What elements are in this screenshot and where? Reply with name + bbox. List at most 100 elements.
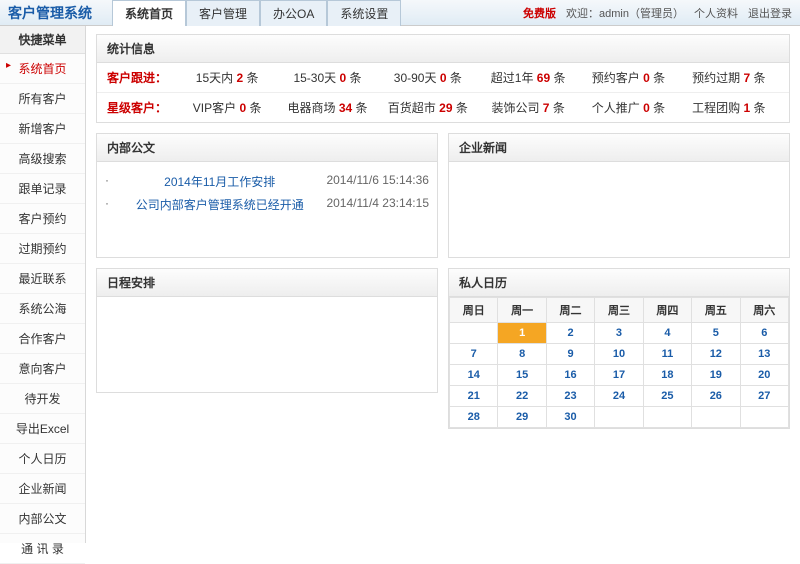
cal-day[interactable]: 21 xyxy=(450,386,498,407)
schedule-title: 日程安排 xyxy=(97,269,437,297)
cal-day[interactable]: 17 xyxy=(595,365,643,386)
cal-header: 周日 xyxy=(450,298,498,323)
sidebar-item[interactable]: 待开发 xyxy=(0,384,85,414)
stats-cell[interactable]: 装饰公司 7 条 xyxy=(478,99,578,116)
sidebar-item[interactable]: 跟单记录 xyxy=(0,174,85,204)
panel-col-right: 企业新闻 私人日历 周日周一周二周三周四周五周六 123456789101112… xyxy=(448,133,790,429)
calendar-panel: 私人日历 周日周一周二周三周四周五周六 12345678910111213141… xyxy=(448,268,790,429)
cal-day xyxy=(643,407,691,428)
cal-day[interactable]: 16 xyxy=(546,365,594,386)
cal-day[interactable]: 3 xyxy=(595,323,643,344)
sidebar-item[interactable]: 合作客户 xyxy=(0,324,85,354)
cal-day[interactable]: 30 xyxy=(546,407,594,428)
cal-header: 周二 xyxy=(546,298,594,323)
sidebar-item[interactable]: 新增客户 xyxy=(0,114,85,144)
cal-day[interactable]: 29 xyxy=(498,407,546,428)
cal-day[interactable]: 19 xyxy=(692,365,740,386)
sidebar-item[interactable]: 客户预约 xyxy=(0,204,85,234)
news-panel: 企业新闻 xyxy=(448,133,790,258)
stats-cell[interactable]: 个人推广 0 条 xyxy=(578,99,678,116)
sidebar-item[interactable]: 企业新闻 xyxy=(0,474,85,504)
stats-cell[interactable]: 预约过期 7 条 xyxy=(679,69,779,86)
sidebar-item[interactable]: 通 讯 录 xyxy=(0,534,85,564)
doc-item[interactable]: 2014年11月工作安排2014/11/6 15:14:36 xyxy=(105,170,429,193)
cal-day[interactable]: 25 xyxy=(643,386,691,407)
sidebar-item[interactable]: 高级搜索 xyxy=(0,144,85,174)
profile-link[interactable]: 个人资料 xyxy=(694,5,738,21)
cal-day[interactable]: 7 xyxy=(450,344,498,365)
sidebar-item[interactable]: 内部公文 xyxy=(0,504,85,534)
sidebar-item[interactable]: 导出Excel xyxy=(0,414,85,444)
nav-tab[interactable]: 客户管理 xyxy=(186,0,260,26)
stats-panel: 统计信息 客户跟进：15天内 2 条15-30天 0 条30-90天 0 条超过… xyxy=(96,34,790,123)
stats-cell[interactable]: 百货超市 29 条 xyxy=(378,99,478,116)
stats-cell[interactable]: 工程团购 1 条 xyxy=(679,99,779,116)
welcome-text: 欢迎：admin（管理员） xyxy=(566,5,684,21)
stats-title: 统计信息 xyxy=(97,35,789,63)
stats-cell[interactable]: 电器商场 34 条 xyxy=(277,99,377,116)
stats-row-label: 客户跟进： xyxy=(107,69,177,86)
cal-header: 周一 xyxy=(498,298,546,323)
cal-day xyxy=(595,407,643,428)
sidebar-item[interactable]: 系统公海 xyxy=(0,294,85,324)
docs-panel: 内部公文 2014年11月工作安排2014/11/6 15:14:36公司内部客… xyxy=(96,133,438,258)
cal-day[interactable]: 15 xyxy=(498,365,546,386)
sidebar-title: 快捷菜单 xyxy=(0,26,85,54)
schedule-panel: 日程安排 xyxy=(96,268,438,393)
cal-day[interactable]: 9 xyxy=(546,344,594,365)
cal-day xyxy=(450,323,498,344)
cal-day[interactable]: 2 xyxy=(546,323,594,344)
stats-cells: VIP客户 0 条电器商场 34 条百货超市 29 条装饰公司 7 条个人推广 … xyxy=(177,99,779,116)
nav-tab[interactable]: 系统设置 xyxy=(327,0,401,26)
cal-day[interactable]: 20 xyxy=(740,365,788,386)
cal-day[interactable]: 27 xyxy=(740,386,788,407)
logout-link[interactable]: 退出登录 xyxy=(748,5,792,21)
cal-day[interactable]: 23 xyxy=(546,386,594,407)
stats-cell[interactable]: 15-30天 0 条 xyxy=(277,69,377,86)
stats-cell[interactable]: 超过1年 69 条 xyxy=(478,69,578,86)
cal-day[interactable]: 1 xyxy=(498,323,546,344)
stats-row: 客户跟进：15天内 2 条15-30天 0 条30-90天 0 条超过1年 69… xyxy=(97,63,789,93)
main-container: 快捷菜单 系统首页所有客户新增客户高级搜索跟单记录客户预约过期预约最近联系系统公… xyxy=(0,26,800,543)
cal-day[interactable]: 11 xyxy=(643,344,691,365)
panels-row: 内部公文 2014年11月工作安排2014/11/6 15:14:36公司内部客… xyxy=(96,133,790,429)
cal-day[interactable]: 22 xyxy=(498,386,546,407)
cal-day[interactable]: 24 xyxy=(595,386,643,407)
nav-tab[interactable]: 系统首页 xyxy=(112,0,186,26)
stats-row: 星级客户：VIP客户 0 条电器商场 34 条百货超市 29 条装饰公司 7 条… xyxy=(97,93,789,122)
cal-day[interactable]: 4 xyxy=(643,323,691,344)
cal-day[interactable]: 13 xyxy=(740,344,788,365)
stats-cell[interactable]: 15天内 2 条 xyxy=(177,69,277,86)
sidebar-item[interactable]: 最近联系 xyxy=(0,264,85,294)
sidebar-item[interactable]: 个人日历 xyxy=(0,444,85,474)
stats-cell[interactable]: 30-90天 0 条 xyxy=(378,69,478,86)
sidebar-item[interactable]: 系统首页 xyxy=(0,54,85,84)
sidebar-item[interactable]: 所有客户 xyxy=(0,84,85,114)
top-header: 客户管理系统 系统首页客户管理办公OA系统设置 免费版 欢迎：admin（管理员… xyxy=(0,0,800,26)
stats-cells: 15天内 2 条15-30天 0 条30-90天 0 条超过1年 69 条预约客… xyxy=(177,69,779,86)
cal-day[interactable]: 6 xyxy=(740,323,788,344)
stats-cell[interactable]: VIP客户 0 条 xyxy=(177,99,277,116)
cal-day[interactable]: 12 xyxy=(692,344,740,365)
stats-cell[interactable]: 预约客户 0 条 xyxy=(578,69,678,86)
cal-header: 周三 xyxy=(595,298,643,323)
cal-day[interactable]: 14 xyxy=(450,365,498,386)
cal-header: 周四 xyxy=(643,298,691,323)
calendar-table: 周日周一周二周三周四周五周六 1234567891011121314151617… xyxy=(449,297,789,428)
header-right: 免费版 欢迎：admin（管理员） 个人资料 退出登录 xyxy=(523,5,792,21)
cal-day[interactable]: 10 xyxy=(595,344,643,365)
doc-item[interactable]: 公司内部客户管理系统已经开通2014/11/4 23:14:15 xyxy=(105,193,429,216)
cal-day[interactable]: 5 xyxy=(692,323,740,344)
cal-header: 周五 xyxy=(692,298,740,323)
nav-tab[interactable]: 办公OA xyxy=(260,0,327,26)
cal-day[interactable]: 28 xyxy=(450,407,498,428)
sidebar-item[interactable]: 意向客户 xyxy=(0,354,85,384)
panel-col-left: 内部公文 2014年11月工作安排2014/11/6 15:14:36公司内部客… xyxy=(96,133,438,429)
cal-header: 周六 xyxy=(740,298,788,323)
nav-tabs: 系统首页客户管理办公OA系统设置 xyxy=(112,0,401,26)
sidebar-item[interactable]: 过期预约 xyxy=(0,234,85,264)
cal-day[interactable]: 18 xyxy=(643,365,691,386)
main-content: 统计信息 客户跟进：15天内 2 条15-30天 0 条30-90天 0 条超过… xyxy=(86,26,800,543)
cal-day[interactable]: 26 xyxy=(692,386,740,407)
cal-day[interactable]: 8 xyxy=(498,344,546,365)
